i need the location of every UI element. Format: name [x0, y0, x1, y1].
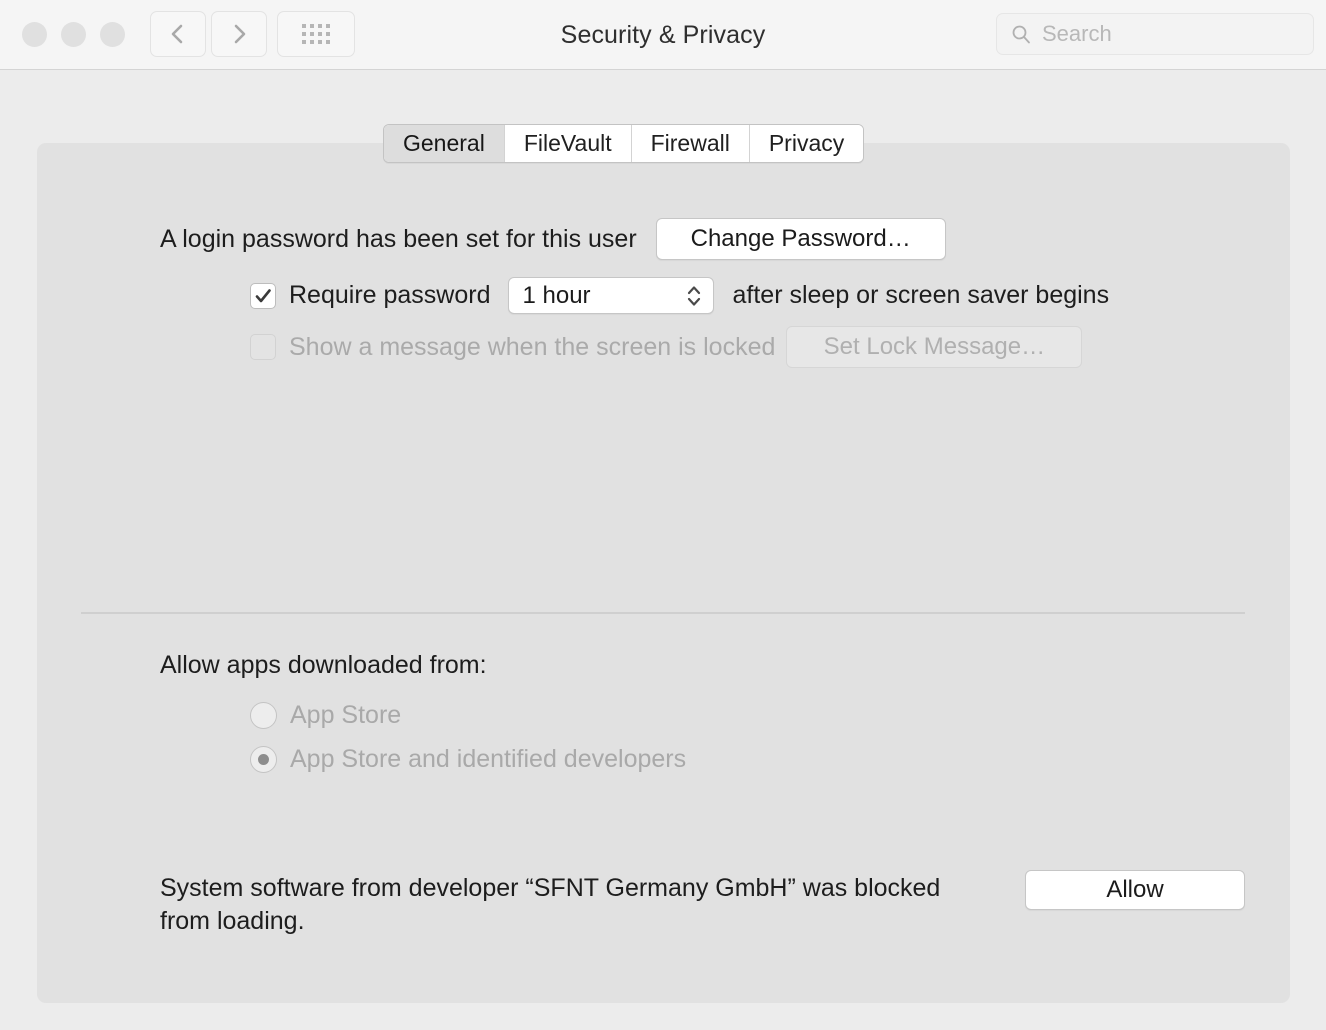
require-password-checkbox[interactable]	[250, 282, 276, 309]
window-toolbar: Security & Privacy Search	[0, 0, 1326, 70]
require-password-delay-select[interactable]: 1 hour	[507, 277, 714, 314]
show-lock-message-label: Show a message when the screen is locked	[289, 332, 776, 361]
show-lock-message-checkbox[interactable]	[250, 334, 276, 360]
radio-app-store-label: App Store	[290, 701, 402, 729]
radio-identified-developers-label: App Store and identified developers	[290, 745, 687, 773]
set-lock-message-button[interactable]: Set Lock Message…	[786, 326, 1083, 368]
search-field[interactable]: Search	[996, 13, 1314, 55]
radio-selected-dot	[258, 754, 269, 765]
tab-general[interactable]: General	[384, 125, 505, 162]
lock-message-row: Show a message when the screen is locked…	[250, 326, 1083, 368]
require-password-trailing-text: after sleep or screen saver begins	[732, 281, 1110, 309]
stepper-updown-icon	[687, 285, 700, 306]
search-icon	[1012, 25, 1030, 44]
tab-firewall[interactable]: Firewall	[631, 125, 750, 162]
allow-apps-option-app-store[interactable]: App Store	[250, 701, 401, 730]
checkmark-icon	[255, 288, 271, 302]
allow-apps-heading: Allow apps downloaded from:	[160, 651, 487, 679]
login-password-row: A login password has been set for this u…	[160, 218, 946, 260]
require-password-delay-value: 1 hour	[522, 281, 591, 309]
tab-privacy[interactable]: Privacy	[749, 125, 864, 162]
require-password-row: Require password 1 hour after sleep or s…	[250, 277, 1109, 314]
require-password-label: Require password	[289, 281, 491, 309]
login-password-status: A login password has been set for this u…	[160, 224, 637, 253]
general-settings-panel: A login password has been set for this u…	[37, 143, 1290, 1003]
search-input[interactable]: Search	[1042, 21, 1112, 47]
change-password-button[interactable]: Change Password…	[655, 218, 946, 260]
allow-apps-option-identified-developers[interactable]: App Store and identified developers	[250, 745, 686, 774]
section-divider	[81, 612, 1245, 614]
radio-identified-developers[interactable]	[250, 746, 277, 773]
blocked-software-notice: System software from developer “SFNT Ger…	[160, 874, 941, 935]
radio-app-store[interactable]	[250, 702, 277, 729]
tab-filevault[interactable]: FileVault	[504, 125, 632, 162]
tab-bar: General FileVault Firewall Privacy	[383, 124, 865, 163]
allow-button[interactable]: Allow	[1025, 870, 1245, 910]
